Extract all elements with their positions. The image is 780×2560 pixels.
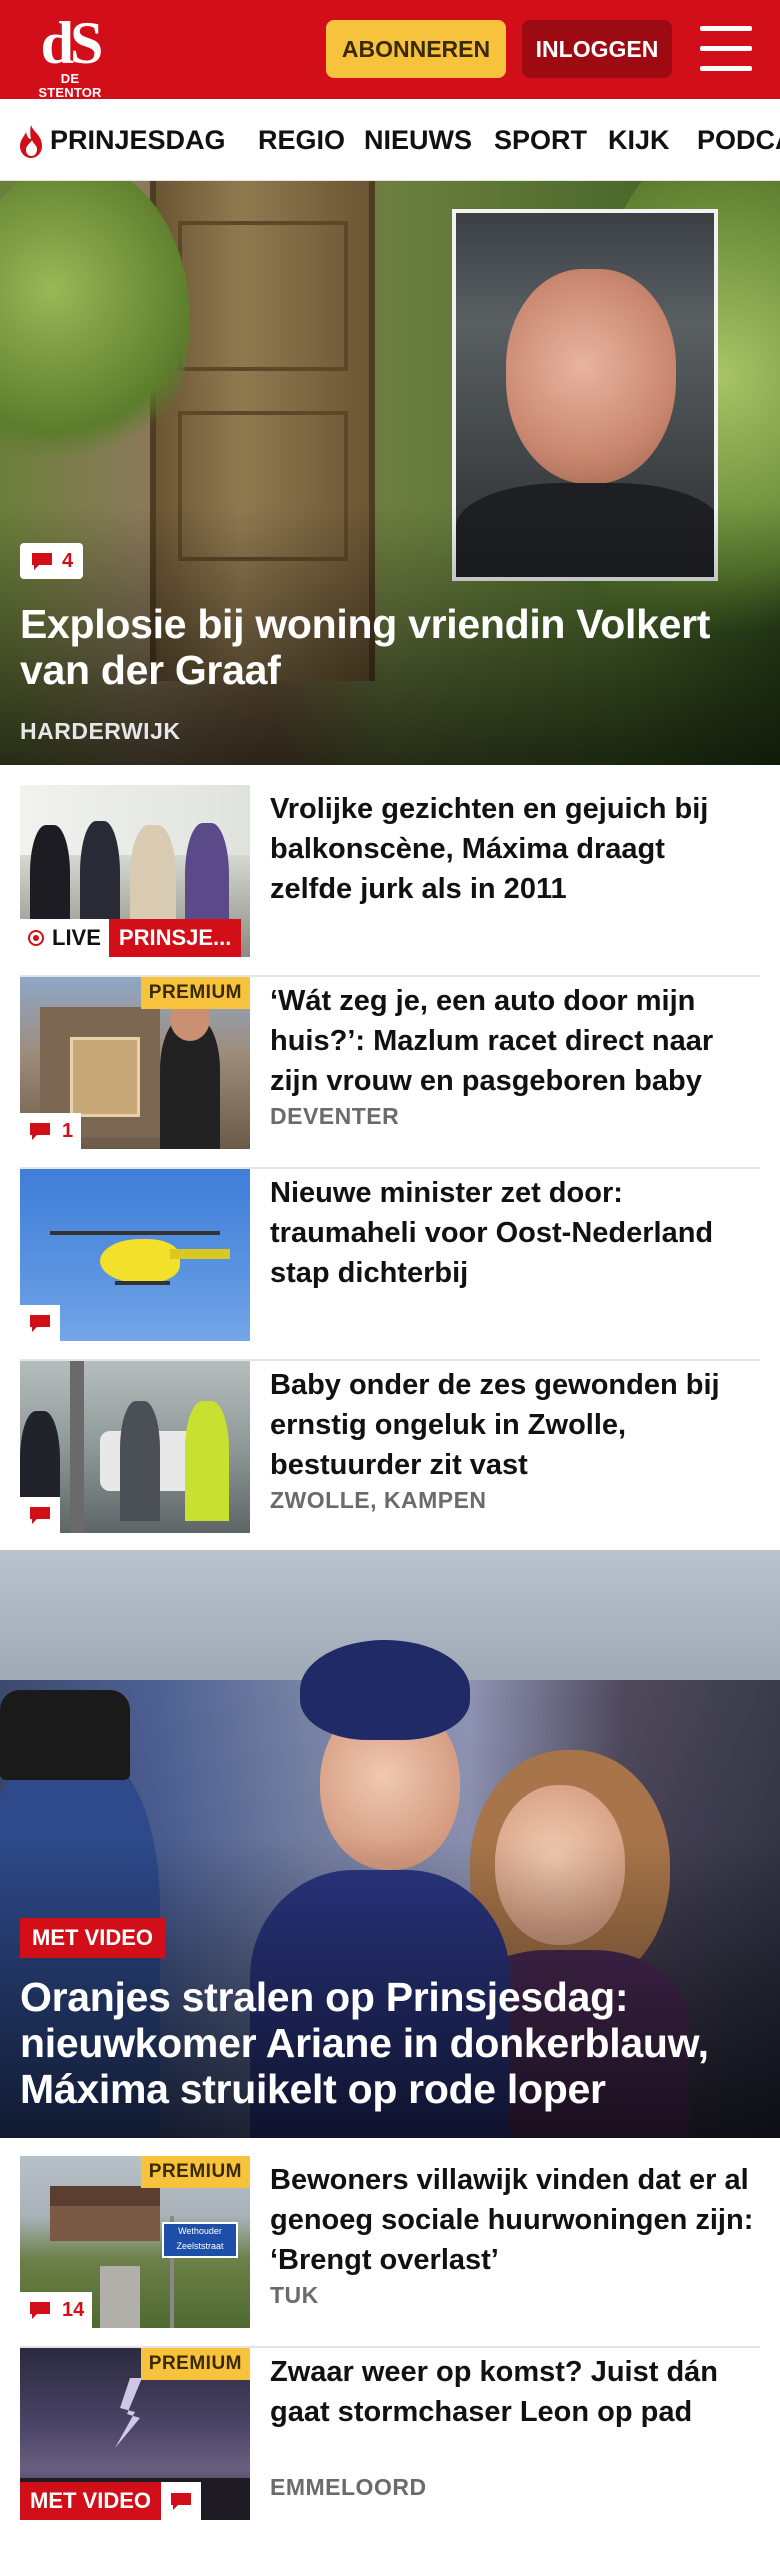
section-tag: PRINSJE... <box>108 919 242 957</box>
comment-count: 1 <box>62 1119 74 1142</box>
article-location: EMMELOORD <box>270 2474 427 2500</box>
article-location: TUK <box>270 2282 319 2308</box>
article-thumbnail: LIVE PRINSJE... <box>20 785 250 957</box>
comment-count-badge[interactable]: 1 <box>20 1113 82 1149</box>
premium-badge: PREMIUM <box>140 977 250 1009</box>
comment-icon <box>30 2302 50 2319</box>
comment-count: 4 <box>62 549 74 572</box>
article-location: ZWOLLE, KAMPEN <box>270 1487 487 1513</box>
logo-subtitle: DE STENTOR <box>38 71 102 100</box>
comment-count-badge[interactable]: 4 <box>20 543 84 579</box>
article-item[interactable]: Nieuwe minister zet door: traumaheli voo… <box>20 1169 760 1361</box>
live-dot-icon <box>28 930 44 946</box>
article-title[interactable]: Zwaar weer op komst? Juist dán gaat stor… <box>270 2352 755 2432</box>
nav-item-prinsjesdag[interactable]: PRINJESDAG <box>50 123 226 157</box>
article-item[interactable]: PREMIUM 1 ‘Wát zeg je, een auto door mij… <box>20 977 760 1169</box>
article-title[interactable]: ‘Wát zeg je, een auto door mijn huis?’: … <box>270 981 755 1101</box>
premium-badge: PREMIUM <box>140 2348 250 2380</box>
live-bar: LIVE PRINSJE... <box>20 919 242 957</box>
article-title[interactable]: Baby onder de zes gewonden bij ernstig o… <box>270 1365 755 1485</box>
flame-icon <box>20 125 42 158</box>
article-item[interactable]: Baby onder de zes gewonden bij ernstig o… <box>20 1361 760 1553</box>
comment-count-badge[interactable]: 14 <box>20 2292 93 2328</box>
street-sign-text: Zeelststraat <box>176 2241 224 2251</box>
article-thumbnail: Wethouder Zeelststraat PREMIUM 14 <box>20 2156 250 2328</box>
article-item[interactable]: Wethouder Zeelststraat PREMIUM 14 Bewone… <box>20 2156 760 2348</box>
section-nav: PRINJESDAG REGIO NIEUWS SPORT KIJK PODCA <box>0 99 780 181</box>
article-thumbnail: PREMIUM 1 <box>20 977 250 1149</box>
second-story-title[interactable]: Oranjes stralen op Prinsjesdag: nieuwkom… <box>20 1974 760 2112</box>
lightning-bolt <box>115 2378 142 2448</box>
login-button[interactable]: INLOGGEN <box>522 20 672 78</box>
article-item[interactable]: PREMIUM MET VIDEO Zwaar weer op komst? J… <box>20 2348 760 2540</box>
live-indicator: LIVE <box>20 919 109 957</box>
article-thumbnail <box>20 1169 250 1341</box>
nav-item-kijk[interactable]: KIJK <box>608 123 670 157</box>
comment-icon <box>30 1315 50 1332</box>
nav-item-sport[interactable]: SPORT <box>494 123 587 157</box>
street-sign-text: Wethouder <box>178 2226 222 2236</box>
nav-item-podcasts[interactable]: PODCA <box>697 123 780 157</box>
comment-count: 14 <box>62 2298 85 2321</box>
comment-count-badge[interactable] <box>20 1305 60 1341</box>
premium-badge: PREMIUM <box>140 2156 250 2188</box>
thumb-badges: MET VIDEO <box>20 2482 202 2520</box>
article-title[interactable]: Vrolijke gezichten en gejuich bij balkon… <box>270 789 755 909</box>
comment-icon <box>30 1507 50 1524</box>
video-tag: MET VIDEO <box>20 2482 162 2520</box>
top-story-location: HARDERWIJK <box>20 718 181 744</box>
comment-icon <box>32 553 52 570</box>
site-header: dS DE STENTOR ABONNEREN INLOGGEN <box>0 0 780 100</box>
article-title[interactable]: Nieuwe minister zet door: traumaheli voo… <box>270 1173 755 1293</box>
article-thumbnail <box>20 1361 250 1533</box>
subscribe-button[interactable]: ABONNEREN <box>326 20 506 78</box>
article-thumbnail: PREMIUM MET VIDEO <box>20 2348 250 2520</box>
second-story[interactable]: MET VIDEO Oranjes stralen op Prinsjesdag… <box>0 1550 780 2138</box>
comment-count-badge[interactable] <box>161 2482 202 2520</box>
nav-item-nieuws[interactable]: NIEUWS <box>364 123 472 157</box>
comment-icon <box>30 1123 50 1140</box>
hamburger-menu-icon[interactable] <box>700 26 752 72</box>
top-story[interactable]: 4 Explosie bij woning vriendin Volkert v… <box>0 181 780 765</box>
top-story-title[interactable]: Explosie bij woning vriendin Volkert van… <box>20 601 760 693</box>
video-tag: MET VIDEO <box>20 1918 166 1958</box>
nav-item-regio[interactable]: REGIO <box>258 123 345 157</box>
article-location: DEVENTER <box>270 1103 400 1129</box>
comment-icon <box>171 2493 192 2510</box>
article-title[interactable]: Bewoners villawijk vinden dat er al geno… <box>270 2160 755 2280</box>
comment-count-badge[interactable] <box>20 1497 60 1533</box>
article-item[interactable]: LIVE PRINSJE... Vrolijke gezichten en ge… <box>20 785 760 977</box>
site-logo[interactable]: dS DE STENTOR <box>30 10 110 100</box>
logo-mark: dS <box>40 10 104 76</box>
live-label: LIVE <box>52 925 101 950</box>
